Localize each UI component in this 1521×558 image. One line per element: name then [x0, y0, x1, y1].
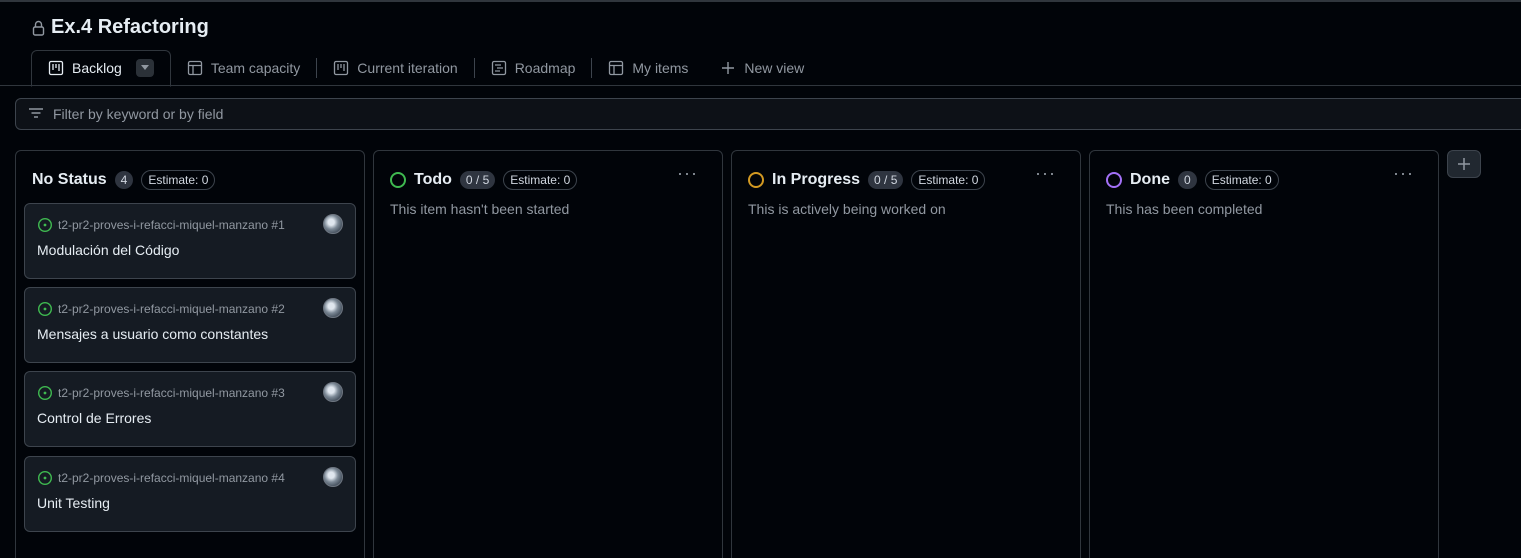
- top-border: [0, 0, 1521, 2]
- estimate-badge: Estimate: 0: [911, 170, 986, 190]
- issue-title: Control de Errores: [37, 410, 152, 426]
- issue-card[interactable]: t2-pr2-proves-i-refacci-miquel-manzano #…: [24, 371, 356, 447]
- estimate-badge: Estimate: 0: [141, 170, 216, 190]
- column-description: This has been completed: [1106, 201, 1263, 217]
- column-title: Done: [1130, 171, 1170, 188]
- new-view-button[interactable]: New view: [704, 50, 820, 86]
- issue-repo-ref: t2-pr2-proves-i-refacci-miquel-manzano #…: [58, 471, 285, 485]
- item-count-badge: 0 / 5: [868, 171, 904, 189]
- issue-card[interactable]: t2-pr2-proves-i-refacci-miquel-manzano #…: [24, 203, 356, 279]
- tabs-divider: [0, 85, 1521, 86]
- tab-backlog[interactable]: Backlog: [31, 49, 171, 87]
- table-icon: [608, 60, 624, 76]
- issue-title: Mensajes a usuario como constantes: [37, 326, 269, 342]
- column-title: Todo: [414, 171, 452, 188]
- issue-title: Modulación del Código: [37, 242, 180, 258]
- issue-repo-ref: t2-pr2-proves-i-refacci-miquel-manzano #…: [58, 386, 285, 400]
- column-menu-button[interactable]: ···: [1393, 163, 1414, 184]
- lock-icon: [32, 20, 45, 36]
- view-tabs: Backlog Team capacity Current iteration …: [31, 49, 820, 87]
- issue-title: Unit Testing: [37, 495, 110, 511]
- column-no-status: No Status 4 Estimate: 0 t2-pr2-proves-i-…: [15, 150, 365, 558]
- add-column-button[interactable]: [1447, 150, 1481, 178]
- column-description: This item hasn't been started: [390, 201, 570, 217]
- tab-label: Team capacity: [210, 60, 301, 76]
- column-menu-button[interactable]: ···: [677, 163, 698, 184]
- table-icon: [187, 60, 203, 76]
- roadmap-icon: [491, 60, 507, 76]
- column-description: This is actively being worked on: [748, 201, 946, 217]
- tab-team-capacity[interactable]: Team capacity: [171, 50, 316, 86]
- avatar[interactable]: [323, 214, 343, 234]
- board-icon: [48, 60, 64, 76]
- avatar[interactable]: [323, 298, 343, 318]
- column-todo: Todo 0 / 5 Estimate: 0 ··· This item has…: [373, 150, 723, 558]
- caret-down-icon: [140, 65, 149, 70]
- open-issue-icon: [37, 301, 53, 317]
- plus-icon: [1458, 158, 1470, 170]
- tab-label: Backlog: [72, 60, 122, 76]
- filter-placeholder: Filter by keyword or by field: [53, 106, 224, 122]
- item-count-badge: 4: [114, 171, 134, 189]
- issue-card[interactable]: t2-pr2-proves-i-refacci-miquel-manzano #…: [24, 456, 356, 532]
- column-menu-button[interactable]: ···: [1035, 163, 1056, 184]
- column-title: No Status: [32, 171, 107, 188]
- estimate-badge: Estimate: 0: [503, 170, 578, 190]
- new-view-label: New view: [744, 60, 805, 76]
- issue-repo-ref: t2-pr2-proves-i-refacci-miquel-manzano #…: [58, 218, 285, 232]
- plus-icon: [720, 60, 736, 76]
- tab-label: Roadmap: [514, 60, 576, 76]
- tab-label: My items: [632, 60, 689, 76]
- project-header: Ex.4 Refactoring: [32, 16, 209, 39]
- item-count-badge: 0 / 5: [459, 171, 496, 189]
- tab-current-iteration[interactable]: Current iteration: [317, 50, 473, 86]
- tab-label: Current iteration: [357, 60, 458, 76]
- column-done: Done 0 Estimate: 0 ··· This has been com…: [1089, 150, 1439, 558]
- open-issue-icon: [37, 470, 53, 486]
- tab-options-button[interactable]: [135, 59, 154, 77]
- open-issue-icon: [37, 385, 53, 401]
- column-title: In Progress: [772, 171, 861, 188]
- avatar[interactable]: [323, 467, 343, 487]
- done-status-icon: [1106, 172, 1122, 188]
- project-title: Ex.4 Refactoring: [51, 16, 209, 38]
- board-icon: [333, 60, 349, 76]
- issue-card[interactable]: t2-pr2-proves-i-refacci-miquel-manzano #…: [24, 287, 356, 363]
- item-count-badge: 0: [1178, 171, 1197, 189]
- open-issue-icon: [37, 217, 53, 233]
- todo-status-icon: [390, 172, 406, 188]
- avatar[interactable]: [323, 382, 343, 402]
- tab-my-items[interactable]: My items: [592, 50, 704, 86]
- column-in-progress: In Progress 0 / 5 Estimate: 0 ··· This i…: [731, 150, 1081, 558]
- in-progress-status-icon: [748, 172, 764, 188]
- tab-roadmap[interactable]: Roadmap: [475, 50, 592, 86]
- filter-icon: [28, 105, 44, 124]
- estimate-badge: Estimate: 0: [1204, 170, 1279, 190]
- issue-repo-ref: t2-pr2-proves-i-refacci-miquel-manzano #…: [58, 302, 285, 316]
- filter-input[interactable]: Filter by keyword or by field: [15, 98, 1521, 130]
